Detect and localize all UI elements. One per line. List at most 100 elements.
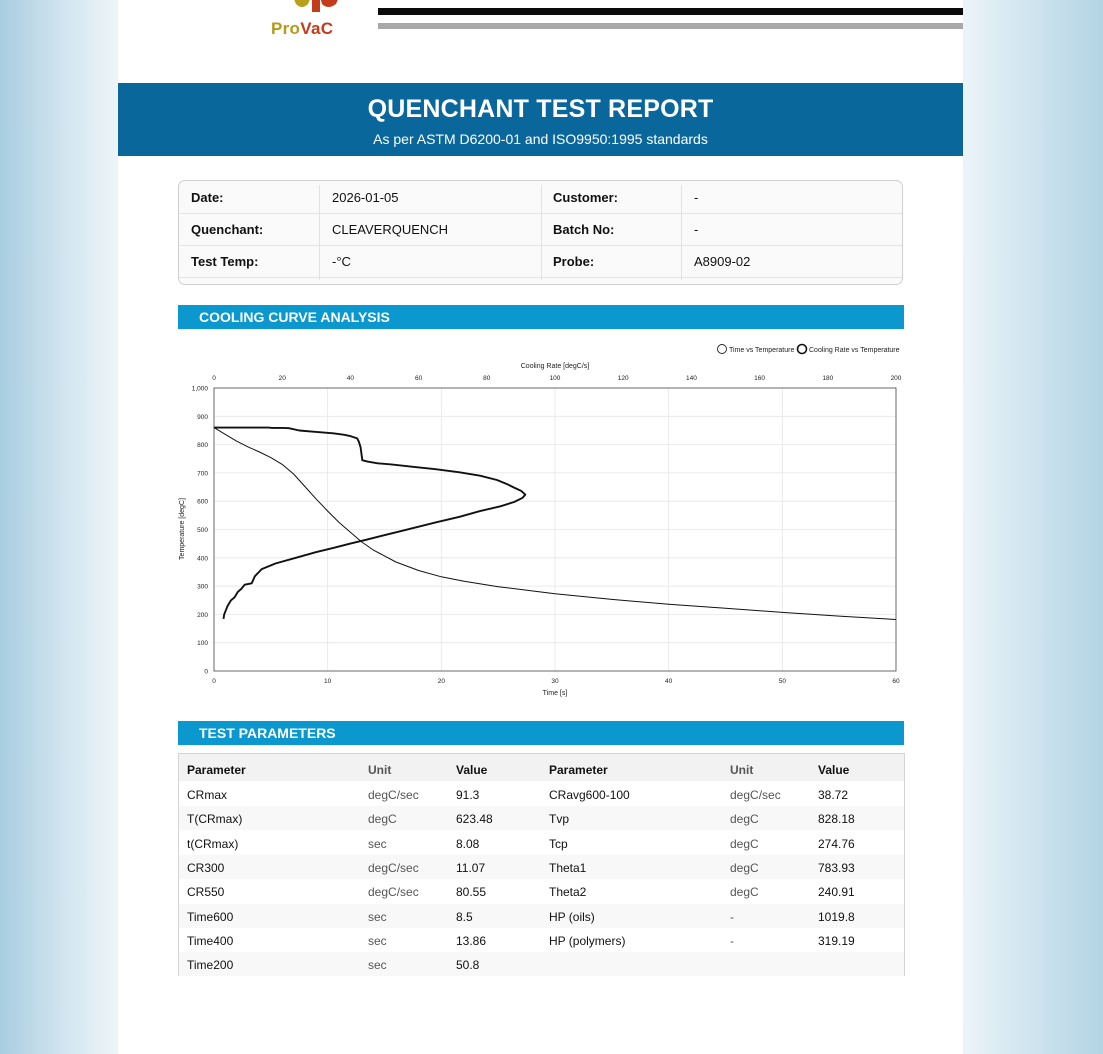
chart-legend: Time vs Temperature Cooling Rate vs Temp…	[717, 343, 900, 355]
param-cell: Unit	[368, 763, 392, 777]
x2-tick-label: 120	[618, 375, 629, 382]
param-cell: t(CRmax)	[187, 836, 239, 851]
x-tick-label: 40	[665, 678, 673, 685]
param-cell: CR550	[187, 885, 225, 900]
info-divider	[319, 185, 320, 280]
bottom-axis-label: Time [s]	[543, 690, 568, 697]
table-header-row: Parameter Unit Value Parameter Unit Value	[179, 754, 904, 781]
param-cell: degC/sec	[368, 788, 419, 802]
param-cell: -	[730, 933, 734, 948]
y-tick-label: 100	[197, 640, 208, 647]
x2-tick-label: 200	[891, 375, 902, 382]
param-cell: HP (polymers)	[549, 933, 626, 948]
header-rule-black	[378, 8, 963, 15]
x2-tick-label: 0	[212, 375, 216, 382]
x2-tick-label: 160	[754, 375, 765, 382]
x2-tick-label: 180	[822, 375, 833, 382]
section-cooling-curve: COOLING CURVE ANALYSIS	[178, 305, 904, 329]
param-cell: -	[730, 909, 734, 924]
param-cell: 13.86	[456, 933, 487, 948]
legend-marker-time	[717, 344, 727, 354]
series-cooling-rate-line	[214, 426, 527, 620]
y-tick-label: 900	[197, 414, 208, 421]
param-cell: 319.19	[818, 933, 855, 948]
x-tick-label: 0	[212, 678, 216, 685]
param-cell: degC/sec	[730, 788, 781, 802]
header-rule-gray	[378, 23, 963, 29]
param-cell: 80.55	[456, 885, 487, 900]
batch-label: Batch No:	[553, 222, 615, 237]
test-temp-value: -°C	[332, 254, 351, 269]
param-cell: degC	[730, 885, 759, 900]
param-cell: CR300	[187, 860, 225, 875]
chart-grid	[214, 388, 896, 671]
param-cell: degC	[730, 812, 759, 827]
param-cell: degC	[730, 860, 759, 875]
param-cell: Time600	[187, 909, 234, 924]
x2-tick-label: 100	[550, 375, 561, 382]
report-page: ProVaC QUENCHANT TEST REPORT As per ASTM…	[118, 0, 963, 1054]
section-cooling-title: COOLING CURVE ANALYSIS	[199, 309, 390, 325]
cooling-curve-svg: 01002003004005006007008009001,0000 10 20 30…	[179, 343, 902, 697]
param-cell: degC	[368, 812, 397, 827]
param-cell: Value	[818, 763, 850, 777]
customer-value: -	[694, 190, 699, 205]
y-tick-label: 1,000	[192, 386, 209, 393]
y-tick-label: 500	[197, 527, 208, 534]
section-params-title: TEST PARAMETERS	[199, 725, 336, 741]
provac-logo-icon	[294, 0, 338, 12]
quenchant-value: CLEAVERQUENCH	[332, 222, 449, 237]
param-cell: Time400	[187, 933, 234, 948]
y-tick-label: 800	[197, 442, 208, 449]
param-cell: Unit	[730, 763, 754, 777]
logo-vac: VaC	[300, 19, 334, 38]
report-title: QUENCHANT TEST REPORT	[367, 95, 714, 123]
param-cell: Parameter	[549, 763, 608, 777]
probe-value: A8909-02	[694, 254, 751, 269]
y-tick-label: 200	[197, 612, 208, 619]
x-tick-label: 10	[324, 678, 332, 685]
info-divider	[681, 185, 682, 280]
param-cell: T(CRmax)	[187, 812, 243, 827]
param-cell: CRmax	[187, 788, 228, 802]
param-cell: 8.5	[456, 909, 473, 924]
chart-ticks: 01002003004005006007008009001,0000 10 20 30…	[192, 375, 902, 685]
y-tick-label: 400	[197, 555, 208, 562]
test-temp-label: Test Temp:	[191, 254, 259, 269]
x-tick-label: 50	[779, 678, 787, 685]
table-row: CR300 degC/sec 11.07 Theta1 degC 783.93	[179, 854, 904, 879]
table-row: t(CRmax) sec 8.08 Tcp degC 274.76	[179, 831, 904, 855]
param-cell: Value	[456, 763, 488, 777]
legend-time-vs-temperature: Time vs Temperature	[729, 347, 794, 354]
x2-tick-label: 80	[483, 375, 491, 382]
date-label: Date:	[191, 190, 224, 205]
info-divider	[541, 185, 542, 280]
probe-label: Probe:	[553, 254, 595, 269]
table-row: CRmax degC/sec 91.3 CRavg600-100 degC/sec 38.…	[179, 782, 904, 806]
param-cell: Tvp	[549, 812, 570, 827]
provac-logo: ProVaC	[268, 0, 368, 40]
x-tick-label: 60	[892, 678, 900, 685]
cooling-curve-chart: 0 100 200 300 400 500 600 700 800 900 1,000 0 10 20 30…	[176, 338, 906, 706]
report-subtitle: As per ASTM D6200-01 and ISO9950:1995 st…	[373, 131, 708, 147]
x2-tick-label: 140	[686, 375, 697, 382]
param-cell: sec	[368, 836, 387, 851]
param-cell: Theta2	[549, 885, 587, 900]
date-value: 2026-01-05	[332, 190, 399, 205]
x-tick-label: 20	[438, 678, 446, 685]
param-cell: sec	[368, 958, 387, 973]
param-cell: 623.48	[456, 812, 493, 827]
logo-wordmark: ProVaC	[271, 19, 333, 39]
y-tick-label: 600	[197, 499, 208, 506]
x-tick-label: 30	[551, 678, 559, 685]
legend-marker-cooling-rate	[796, 343, 808, 355]
quenchant-label: Quenchant:	[191, 222, 264, 237]
param-cell: 11.07	[456, 860, 486, 875]
top-axis-label: Cooling Rate [degC/s]	[521, 363, 590, 370]
param-cell: 828.18	[818, 812, 855, 827]
param-cell: degC/sec	[368, 860, 419, 875]
y-tick-label: 700	[197, 470, 208, 477]
section-test-parameters: TEST PARAMETERS	[178, 721, 904, 745]
param-cell: Time200	[187, 958, 234, 973]
table-row: Time200 sec 50.8	[179, 952, 904, 977]
